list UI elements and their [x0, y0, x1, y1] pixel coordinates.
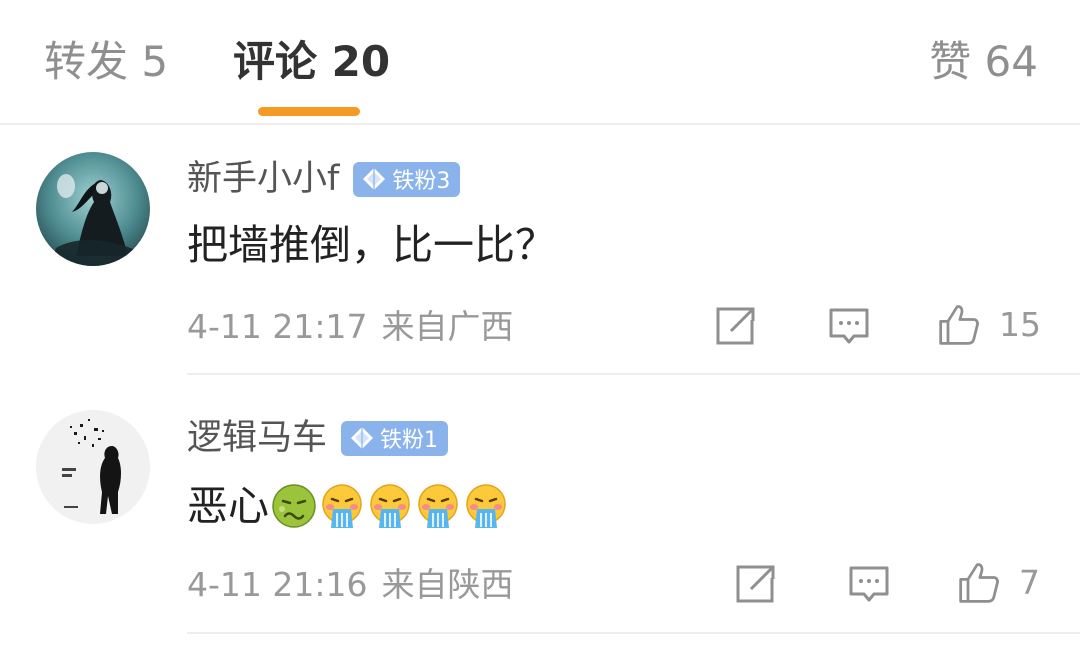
reply-button[interactable]	[847, 562, 891, 606]
vomiting-face-emoji	[418, 484, 458, 528]
comment-location: 来自陕西	[381, 565, 514, 604]
comment-meta: 4-11 21:16 来自陕西	[187, 562, 514, 608]
avatar[interactable]	[36, 410, 150, 524]
diamond-icon	[351, 427, 374, 449]
fan-badge[interactable]: 铁粉3	[353, 161, 461, 197]
username[interactable]: 逻辑马车	[187, 413, 327, 463]
fan-badge[interactable]: 铁粉1	[341, 420, 449, 456]
comment-item: 新手小小f 铁粉3 把墙推倒，比一比？ 4-11 21:17 来自广西 15	[0, 124, 1080, 375]
comment-divider	[187, 373, 1080, 375]
avatar-image	[36, 410, 150, 524]
avatar-image	[36, 152, 150, 266]
comment-page: 转发 5 评论 20 赞 64 新手小小f 铁粉3 把墙推倒，比一比？ 4-11…	[0, 0, 1080, 645]
tab-comments[interactable]: 评论 20	[233, 34, 390, 90]
comment-divider	[187, 632, 1080, 634]
like-count: 7	[1019, 563, 1040, 602]
reply-button[interactable]	[827, 304, 871, 348]
tab-likes[interactable]: 赞 64	[929, 34, 1038, 90]
comment-text: 恶心	[187, 477, 509, 535]
like-icon	[959, 563, 999, 603]
avatar[interactable]	[36, 152, 150, 266]
comment-text: 把墙推倒，比一比？	[187, 216, 556, 274]
comment-time: 4-11 21:17	[187, 307, 368, 346]
comment-location: 来自广西	[381, 307, 514, 346]
fan-badge-label: 铁粉1	[380, 428, 439, 453]
comment-meta: 4-11 21:17 来自广西	[187, 304, 514, 350]
reply-icon	[849, 566, 889, 602]
fan-badge-label: 铁粉3	[392, 169, 451, 194]
reply-icon	[829, 308, 869, 344]
comment-text-content: 把墙推倒，比一比？	[187, 221, 556, 269]
share-button[interactable]	[713, 304, 757, 348]
comment-time: 4-11 21:16	[187, 565, 368, 604]
username-row: 新手小小f 铁粉3	[187, 154, 461, 204]
share-icon	[716, 307, 755, 345]
share-button[interactable]	[733, 562, 777, 606]
diamond-icon	[363, 168, 386, 190]
tab-repost[interactable]: 转发 5	[44, 34, 168, 90]
nauseated-face-emoji	[272, 484, 316, 528]
share-icon	[736, 565, 775, 603]
vomiting-face-emoji	[466, 484, 506, 528]
username-row: 逻辑马车 铁粉1	[187, 413, 449, 463]
active-tab-indicator	[258, 107, 360, 116]
username[interactable]: 新手小小f	[187, 154, 339, 204]
vomiting-face-emoji	[370, 484, 410, 528]
like-button[interactable]: 7	[957, 560, 1040, 606]
tab-bar: 转发 5 评论 20 赞 64	[0, 0, 1080, 125]
comment-item: 逻辑马车 铁粉1 恶心 4-11 21:16 来自陕西 7	[0, 376, 1080, 634]
comment-text-content: 恶心	[187, 482, 269, 530]
like-icon	[939, 305, 979, 345]
like-button[interactable]: 15	[937, 302, 1041, 348]
like-count: 15	[999, 305, 1041, 344]
vomiting-face-emoji	[322, 484, 362, 528]
